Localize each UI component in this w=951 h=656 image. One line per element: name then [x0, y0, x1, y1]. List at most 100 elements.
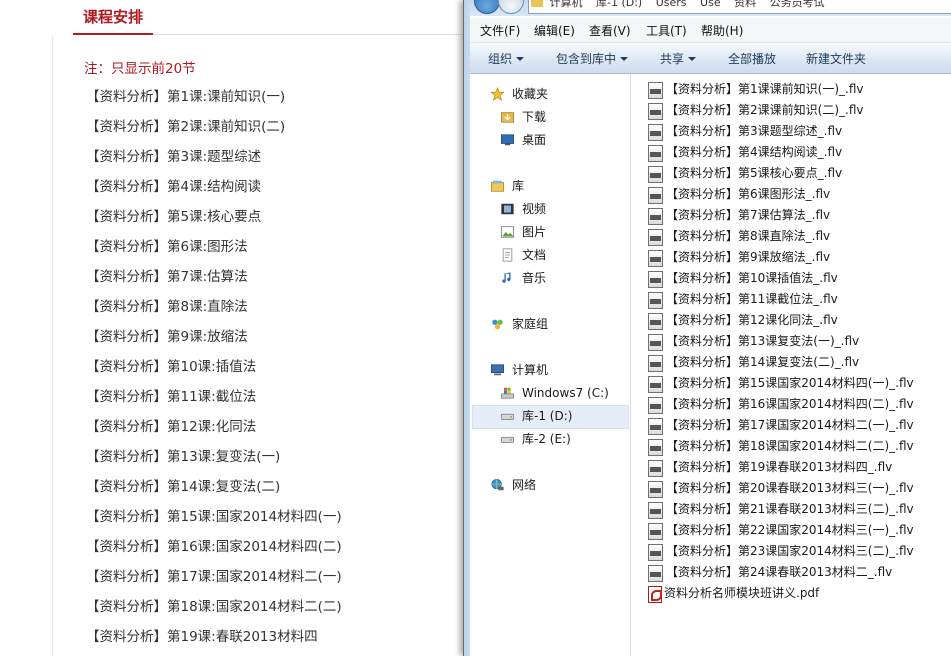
flv-file-icon: [648, 355, 663, 372]
lesson-link[interactable]: 【资料分析】第16课:国家2014材料四(二): [86, 535, 342, 565]
file-name: 【资料分析】第1课课前知识(一)_.flv: [666, 82, 864, 96]
lesson-link[interactable]: 【资料分析】第8课:直除法: [86, 295, 342, 325]
desktop-icon: [501, 134, 514, 146]
flv-file-icon: [648, 313, 663, 330]
file-name: 【资料分析】第8课直除法_.flv: [666, 229, 831, 243]
lesson-link[interactable]: 【资料分析】第15课:国家2014材料四(一): [86, 505, 342, 535]
nav-label: 计算机: [512, 363, 549, 377]
lesson-link[interactable]: 【资料分析】第19课:春联2013材料四: [86, 625, 342, 655]
lesson-link[interactable]: 【资料分析】第2课:课前知识(二): [86, 115, 342, 145]
lesson-link[interactable]: 【资料分析】第5课:核心要点: [86, 205, 342, 235]
flv-file-icon: [648, 334, 663, 351]
new-folder-button[interactable]: 新建文件夹: [806, 50, 866, 67]
file-name: 【资料分析】第6课图形法_.flv: [666, 187, 831, 201]
picture-icon: [501, 226, 514, 238]
file-name: 【资料分析】第14课复变法(二)_.flv: [666, 355, 860, 369]
file-name: 【资料分析】第11课截位法_.flv: [666, 292, 838, 306]
menu-file[interactable]: 文件(F): [480, 22, 520, 39]
flv-file-icon: [648, 544, 663, 561]
active-tab-underline: [73, 33, 153, 35]
breadcrumb-segment[interactable]: Users: [656, 0, 687, 9]
breadcrumb-segment[interactable]: 库-1 (D:): [596, 0, 642, 9]
nav-label: 家庭组: [512, 317, 549, 331]
lesson-link[interactable]: 【资料分析】第1课:课前知识(一): [86, 85, 342, 115]
flv-file-icon: [648, 439, 663, 456]
flv-file-icon: [648, 523, 663, 540]
lesson-link[interactable]: 【资料分析】第10课:插值法: [86, 355, 342, 385]
file-name: 【资料分析】第22课国家2014材料三(一)_.flv: [666, 523, 914, 537]
lesson-link[interactable]: 【资料分析】第6课:图形法: [86, 235, 342, 265]
breadcrumb-segment[interactable]: 资料: [734, 0, 756, 9]
menu-bar: 文件(F) 编辑(E) 查看(V) 工具(T) 帮助(H): [470, 18, 951, 43]
flv-file-icon: [648, 103, 663, 120]
file-name: 【资料分析】第16课国家2014材料四(二)_.flv: [666, 397, 914, 411]
menu-tools[interactable]: 工具(T): [646, 22, 687, 39]
file-name: 【资料分析】第18课国家2014材料二(二)_.flv: [666, 439, 914, 453]
file-name: 【资料分析】第2课课前知识(二)_.flv: [666, 103, 864, 117]
lesson-link[interactable]: 【资料分析】第12课:化同法: [86, 415, 342, 445]
menu-help[interactable]: 帮助(H): [701, 22, 743, 39]
organize-label: 组织: [488, 52, 513, 66]
address-bar[interactable]: 计算机 库-1 (D:) Users Use 资料 公务员考试: [528, 0, 951, 14]
star-icon: [490, 87, 505, 101]
file-name: 【资料分析】第17课国家2014材料二(一)_.flv: [666, 418, 914, 432]
file-name: 【资料分析】第15课国家2014材料四(一)_.flv: [666, 376, 914, 390]
pdf-file-icon: [648, 586, 662, 603]
lesson-link[interactable]: 【资料分析】第18课:国家2014材料二(二): [86, 595, 342, 625]
drive-icon: [501, 436, 514, 443]
nav-label: 库: [512, 179, 525, 193]
navigation-pane: 收藏夹 下载 桌面 库 视频 图片 文档 音乐 家庭组 计算机 Windows7…: [470, 74, 631, 656]
lesson-link[interactable]: 【资料分析】第13课:复变法(一): [86, 445, 342, 475]
nav-label: 文档: [522, 248, 547, 262]
chevron-down-icon: [516, 57, 525, 61]
menu-edit[interactable]: 编辑(E): [534, 22, 575, 39]
file-name: 【资料分析】第5课核心要点_.flv: [666, 166, 843, 180]
file-name: 资料分析名师模块班讲义.pdf: [664, 586, 820, 600]
flv-file-icon: [648, 82, 663, 99]
lesson-link[interactable]: 【资料分析】第11课:截位法: [86, 385, 342, 415]
nav-label: Windows7 (C:): [522, 386, 609, 400]
flv-file-icon: [648, 565, 663, 582]
nav-label: 图片: [522, 225, 547, 239]
file-name: 【资料分析】第20课春联2013材料三(一)_.flv: [666, 481, 914, 495]
flv-file-icon: [648, 502, 663, 519]
include-in-library-button[interactable]: 包含到库中: [556, 50, 629, 67]
course-schedule-page: 课程安排 注：只显示前20节 【资料分析】第1课:课前知识(一) 【资料分析】第…: [0, 0, 470, 656]
share-button[interactable]: 共享: [660, 50, 697, 67]
lesson-link[interactable]: 【资料分析】第4课:结构阅读: [86, 175, 342, 205]
lesson-link[interactable]: 【资料分析】第14课:复变法(二): [86, 475, 342, 505]
file-name: 【资料分析】第21课春联2013材料三(二)_.flv: [666, 502, 914, 516]
tab-course-schedule[interactable]: 课程安排: [83, 6, 143, 27]
organize-button[interactable]: 组织: [488, 50, 525, 67]
lesson-link[interactable]: 【资料分析】第7课:估算法: [86, 265, 342, 295]
nav-label: 网络: [512, 478, 537, 492]
network-icon: [491, 478, 504, 491]
file-name: 【资料分析】第9课放缩法_.flv: [666, 250, 831, 264]
chevron-down-icon: [688, 57, 697, 61]
file-name: 【资料分析】第7课估算法_.flv: [666, 208, 831, 222]
lesson-link[interactable]: 【资料分析】第9课:放缩法: [86, 325, 342, 355]
flv-file-icon: [648, 271, 663, 288]
lesson-link[interactable]: 【资料分析】第3课:题型综述: [86, 145, 342, 175]
page-divider: [52, 36, 53, 656]
breadcrumb-segment[interactable]: Use: [700, 0, 721, 9]
system-drive-icon: [501, 387, 514, 399]
play-all-button[interactable]: 全部播放: [728, 50, 776, 67]
nav-label: 收藏夹: [512, 87, 549, 101]
flv-file-icon: [648, 208, 663, 225]
forward-button[interactable]: [498, 0, 524, 14]
lesson-link[interactable]: 【资料分析】第17课:国家2014材料二(一): [86, 565, 342, 595]
file-name: 【资料分析】第23课国家2014材料三(二)_.flv: [666, 544, 914, 558]
flv-file-icon: [648, 124, 663, 141]
breadcrumb-segment[interactable]: 公务员考试: [770, 0, 825, 9]
nav-label: 库-1 (D:): [522, 409, 573, 423]
command-bar: 组织 包含到库中 共享 全部播放 新建文件夹: [470, 43, 951, 74]
downloads-folder-icon: [501, 112, 514, 123]
menu-view[interactable]: 查看(V): [589, 22, 631, 39]
flv-file-icon: [648, 397, 663, 414]
lesson-limit-note: 注：只显示前20节: [84, 61, 196, 77]
breadcrumb-segment[interactable]: 计算机: [550, 0, 583, 9]
chevron-down-icon: [620, 57, 629, 61]
back-button[interactable]: [474, 0, 500, 14]
file-name: 【资料分析】第10课插值法_.flv: [666, 271, 838, 285]
